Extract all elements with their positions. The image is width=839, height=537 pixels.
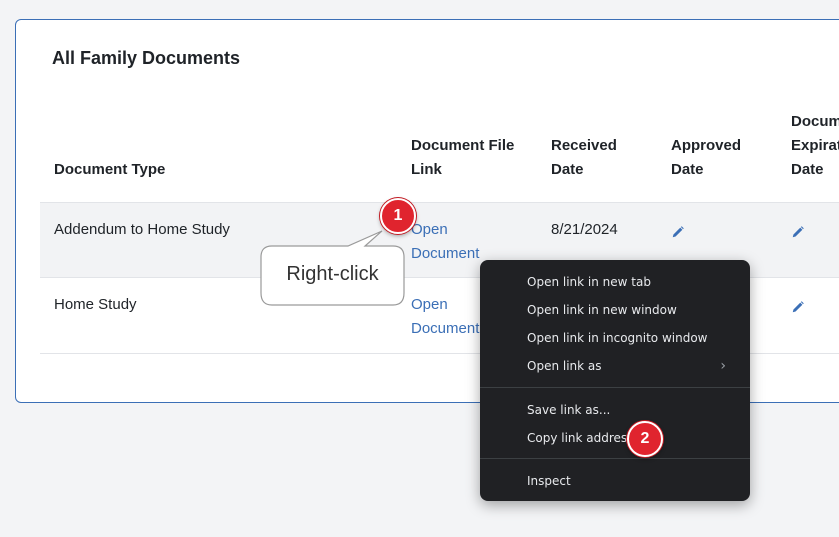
step-1-badge: 1 xyxy=(380,198,416,234)
received-date-cell: 8/21/2024 xyxy=(551,221,618,238)
menu-item-open-incognito[interactable]: Open link in incognito window xyxy=(480,324,750,352)
menu-separator xyxy=(480,458,750,459)
menu-item-open-link-as[interactable]: Open link as › xyxy=(480,352,750,380)
menu-item-inspect[interactable]: Inspect xyxy=(480,467,750,495)
open-document-link[interactable]: Open Document xyxy=(411,218,501,266)
menu-item-label: Inspect xyxy=(527,474,571,488)
header-approved-date: Approved Date xyxy=(671,137,742,178)
context-menu: Open link in new tab Open link in new wi… xyxy=(480,260,750,501)
menu-item-label: Copy link address xyxy=(527,431,634,445)
header-received-date: Received Date xyxy=(551,137,617,178)
menu-item-save-link-as[interactable]: Save link as... xyxy=(480,396,750,424)
chevron-right-icon: › xyxy=(720,358,726,374)
card-title: All Family Documents xyxy=(52,48,241,68)
header-document-type: Document Type xyxy=(54,161,166,178)
right-click-callout: Right-click xyxy=(260,230,405,306)
menu-item-open-new-tab[interactable]: Open link in new tab xyxy=(480,268,750,296)
menu-separator xyxy=(480,387,750,388)
edit-approved-date-pencil-icon[interactable] xyxy=(671,225,685,239)
edit-expiration-date-pencil-icon[interactable] xyxy=(791,300,805,314)
header-document-file-link: Document File Link xyxy=(411,137,515,178)
menu-item-label: Save link as... xyxy=(527,403,611,417)
menu-item-open-new-window[interactable]: Open link in new window xyxy=(480,296,750,324)
header-expiration-date: Document Expiration Date xyxy=(791,113,839,178)
callout-text: Right-click xyxy=(286,263,379,285)
menu-item-label: Open link in incognito window xyxy=(527,331,708,345)
page: All Family Documents Document Type Docum… xyxy=(0,0,839,537)
edit-expiration-date-pencil-icon[interactable] xyxy=(791,225,805,239)
document-type-cell: Addendum to Home Study xyxy=(54,221,230,238)
document-type-cell: Home Study xyxy=(54,296,137,313)
menu-item-label: Open link as xyxy=(527,359,602,373)
menu-item-label: Open link in new window xyxy=(527,303,677,317)
menu-item-label: Open link in new tab xyxy=(527,275,651,289)
menu-item-copy-link-address[interactable]: Copy link address xyxy=(480,424,750,452)
step-2-badge: 2 xyxy=(627,421,663,457)
